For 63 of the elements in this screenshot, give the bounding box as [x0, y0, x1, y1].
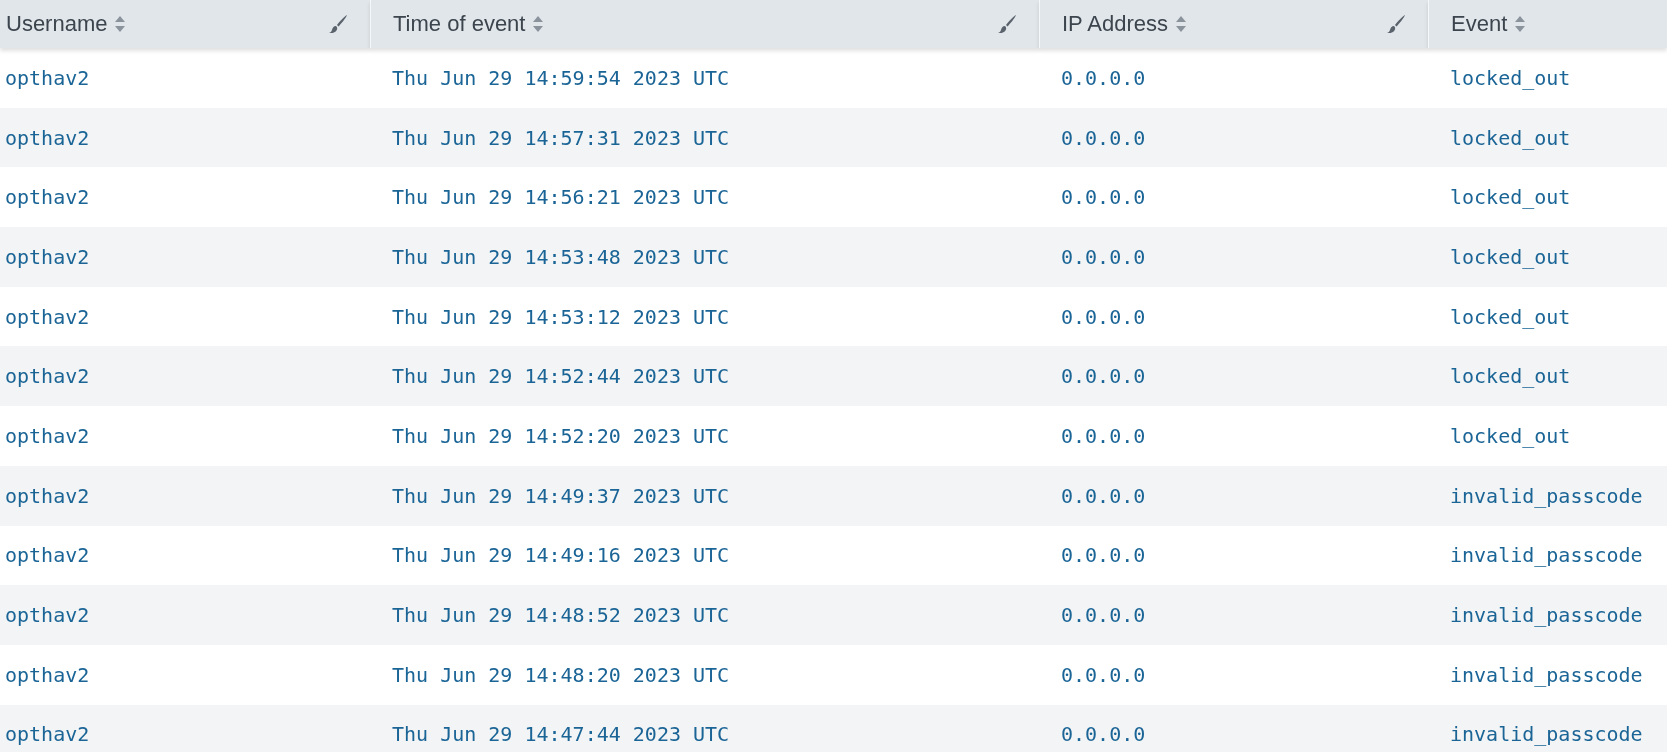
column-header[interactable]: Username — [0, 0, 370, 48]
table-cell: Thu Jun 29 14:48:20 2023 UTC — [392, 662, 730, 687]
table-cell: Thu Jun 29 14:53:48 2023 UTC — [392, 244, 730, 269]
paintbrush-icon[interactable] — [328, 14, 348, 34]
table-cell: 0.0.0.0 — [1061, 244, 1146, 269]
table-cell: invalid_passcode — [1450, 483, 1643, 508]
column-header[interactable]: IP Address — [1039, 0, 1428, 48]
table-cell: Thu Jun 29 14:47:44 2023 UTC — [392, 722, 730, 747]
table-cell: locked_out — [1450, 244, 1571, 269]
table-cell: opthav2 — [5, 304, 90, 329]
table-cell: Thu Jun 29 14:59:54 2023 UTC — [392, 65, 730, 90]
table-cell: opthav2 — [5, 185, 90, 210]
paintbrush-icon[interactable] — [1386, 14, 1406, 34]
table-cell: opthav2 — [5, 423, 90, 448]
table-cell: opthav2 — [5, 125, 90, 150]
column-title[interactable]: Username — [6, 11, 108, 37]
table-cell: 0.0.0.0 — [1061, 304, 1146, 329]
table-cell: Thu Jun 29 14:52:20 2023 UTC — [392, 423, 730, 448]
table-cell: Thu Jun 29 14:57:31 2023 UTC — [392, 125, 730, 150]
table-cell: Thu Jun 29 14:52:44 2023 UTC — [392, 364, 730, 389]
table-cell: locked_out — [1450, 65, 1571, 90]
sort-icon[interactable] — [1175, 15, 1187, 33]
table-cell: opthav2 — [5, 722, 90, 747]
table-cell: invalid_passcode — [1450, 603, 1643, 628]
table-cell: invalid_passcode — [1450, 543, 1643, 568]
table-cell: Thu Jun 29 14:49:16 2023 UTC — [392, 543, 730, 568]
sort-icon[interactable] — [532, 15, 545, 33]
table-cell: Thu Jun 29 14:48:52 2023 UTC — [392, 603, 730, 628]
table-cell: opthav2 — [5, 244, 90, 269]
table-cell: 0.0.0.0 — [1061, 65, 1146, 90]
table-cell: 0.0.0.0 — [1061, 662, 1146, 687]
table-cell: locked_out — [1450, 304, 1571, 329]
table-cell: 0.0.0.0 — [1061, 364, 1146, 389]
table-cell: locked_out — [1450, 364, 1571, 389]
table-cell: 0.0.0.0 — [1061, 603, 1146, 628]
table-cell: 0.0.0.0 — [1061, 483, 1146, 508]
column-title[interactable]: IP Address — [1062, 11, 1168, 37]
table-cell: opthav2 — [5, 662, 90, 687]
table-cell: 0.0.0.0 — [1061, 423, 1146, 448]
table-cell: invalid_passcode — [1450, 662, 1643, 687]
table-cell: opthav2 — [5, 543, 90, 568]
table-cell: opthav2 — [5, 65, 90, 90]
sort-icon[interactable] — [1514, 15, 1527, 33]
column-header[interactable]: Event — [1428, 0, 1667, 48]
table-cell: Thu Jun 29 14:49:37 2023 UTC — [392, 483, 730, 508]
table-cell: locked_out — [1450, 125, 1571, 150]
table-cell: Thu Jun 29 14:56:21 2023 UTC — [392, 185, 730, 210]
table-cell: Thu Jun 29 14:53:12 2023 UTC — [392, 304, 730, 329]
table-cell: locked_out — [1450, 423, 1571, 448]
table-cell: 0.0.0.0 — [1061, 543, 1146, 568]
table-cell: opthav2 — [5, 483, 90, 508]
table-cell: invalid_passcode — [1450, 722, 1643, 747]
table-cell: 0.0.0.0 — [1061, 185, 1146, 210]
column-title[interactable]: Time of event — [393, 11, 526, 37]
table-cell: opthav2 — [5, 603, 90, 628]
table-cell: locked_out — [1450, 185, 1571, 210]
column-title[interactable]: Event — [1451, 11, 1508, 37]
column-header[interactable]: Time of event — [370, 0, 1039, 48]
sort-icon[interactable] — [114, 15, 127, 33]
table-cell: 0.0.0.0 — [1061, 125, 1146, 150]
paintbrush-icon[interactable] — [997, 14, 1017, 34]
table-cell: 0.0.0.0 — [1061, 722, 1146, 747]
table-cell: opthav2 — [5, 364, 90, 389]
